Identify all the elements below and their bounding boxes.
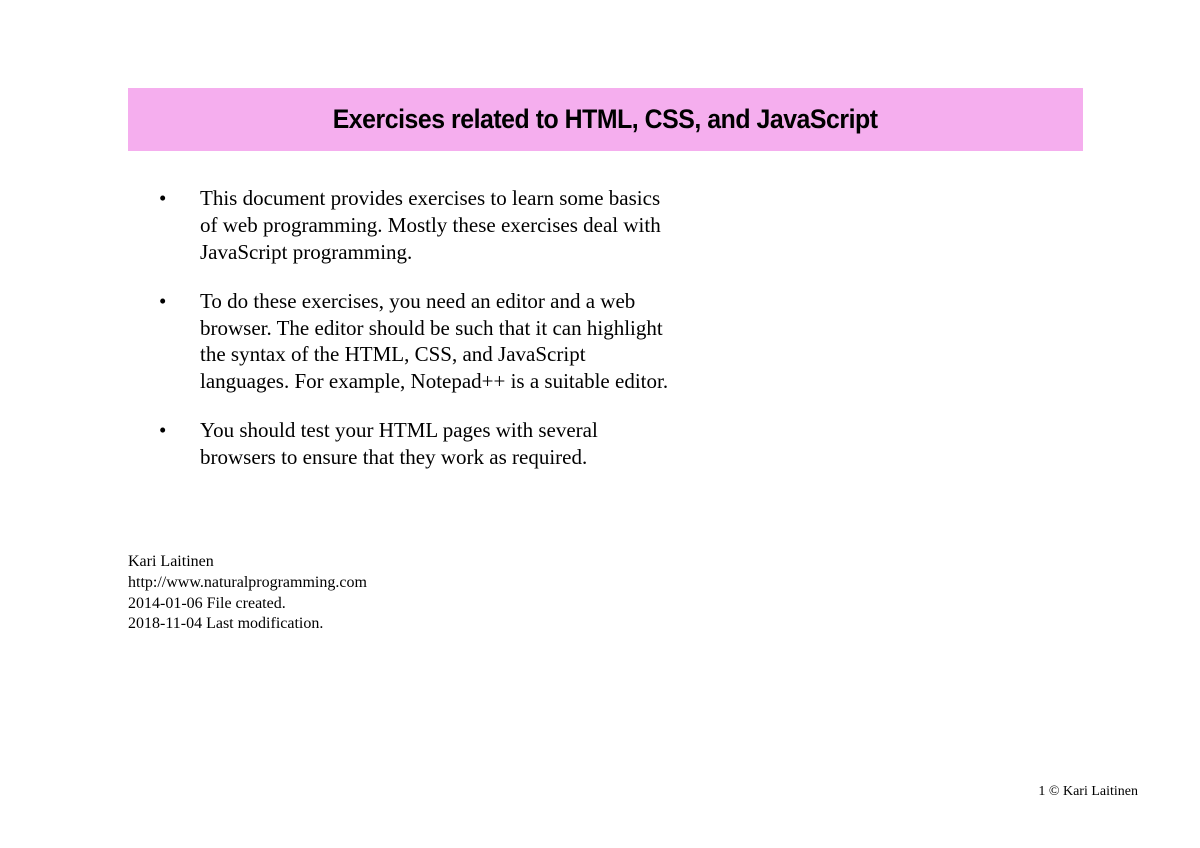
- footer-text: 1 © Kari Laitinen: [1038, 784, 1138, 800]
- list-item: To do these exercises, you need an edito…: [155, 288, 675, 396]
- list-item: You should test your HTML pages with sev…: [155, 417, 675, 471]
- author-name: Kari Laitinen: [128, 552, 367, 573]
- created-date: 2014-01-06 File created.: [128, 594, 367, 615]
- meta-block: Kari Laitinen http://www.naturalprogramm…: [128, 552, 367, 635]
- title-bar: Exercises related to HTML, CSS, and Java…: [128, 88, 1083, 151]
- modified-date: 2018-11-04 Last modification.: [128, 614, 367, 635]
- page-title: Exercises related to HTML, CSS, and Java…: [333, 104, 878, 135]
- author-url: http://www.naturalprogramming.com: [128, 573, 367, 594]
- list-item: This document provides exercises to lear…: [155, 185, 675, 266]
- bullet-list: This document provides exercises to lear…: [155, 185, 675, 493]
